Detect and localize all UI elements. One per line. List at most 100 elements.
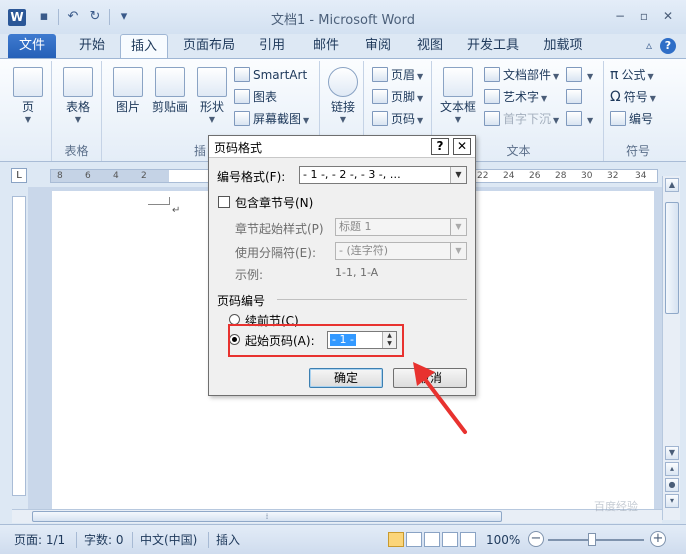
zoom-level[interactable]: 100% bbox=[486, 531, 520, 549]
status-separator bbox=[76, 532, 77, 548]
number-format-value: - 1 -, - 2 -, - 3 -, … bbox=[303, 168, 401, 181]
tab-page-layout[interactable]: 页面布局 bbox=[176, 34, 242, 58]
dialog-close-button[interactable]: ✕ bbox=[453, 138, 471, 155]
shapes-button[interactable]: 形状 ▼ bbox=[194, 63, 230, 125]
status-language[interactable]: 中文(中国) bbox=[140, 531, 197, 549]
draft-view-icon[interactable] bbox=[460, 532, 476, 547]
horizontal-scrollbar[interactable]: ⁞ bbox=[12, 509, 662, 523]
print-layout-view-icon[interactable] bbox=[388, 532, 404, 547]
dropdown-arrow-icon: ▼ bbox=[417, 72, 424, 81]
dropdown-arrow-icon: ▼ bbox=[339, 115, 347, 124]
help-icon[interactable]: ? bbox=[660, 38, 676, 54]
clipart-button[interactable]: 剪贴画 bbox=[148, 63, 192, 115]
picture-button[interactable]: 图片 bbox=[108, 63, 148, 115]
omega-icon: Ω bbox=[610, 89, 621, 105]
zoom-in-icon[interactable]: + bbox=[650, 531, 666, 547]
window-controls: − ▫ ✕ bbox=[610, 8, 678, 24]
equation-button[interactable]: π 公式 ▼ bbox=[610, 65, 654, 85]
screenshot-button[interactable]: 屏幕截图 ▼ bbox=[234, 109, 309, 129]
minimize-ribbon-icon[interactable]: ▵ bbox=[646, 38, 652, 54]
tab-file[interactable]: 文件 bbox=[8, 34, 56, 58]
table-button[interactable]: 表格 ▼ bbox=[56, 63, 100, 125]
signature-line-button[interactable]: ▼ bbox=[566, 65, 593, 85]
symbol-button[interactable]: Ω 符号 ▼ bbox=[610, 87, 656, 107]
close-button[interactable]: ✕ bbox=[658, 8, 678, 24]
dropdown-arrow-icon: ▼ bbox=[417, 94, 424, 103]
datetime-icon bbox=[566, 89, 582, 104]
object-button[interactable]: ▼ bbox=[566, 109, 593, 129]
number-format-select[interactable]: - 1 -, - 2 -, - 3 -, … ▼ bbox=[299, 166, 467, 184]
status-page[interactable]: 页面: 1/1 bbox=[14, 531, 65, 549]
restore-button[interactable]: ▫ bbox=[634, 8, 654, 24]
tab-selector[interactable]: L bbox=[11, 168, 27, 183]
zoom-slider-thumb[interactable] bbox=[588, 533, 596, 546]
datetime-button[interactable] bbox=[566, 87, 585, 107]
dialog-help-button[interactable]: ? bbox=[431, 138, 449, 155]
footer-label: 页脚 bbox=[391, 90, 416, 104]
crop-mark bbox=[148, 197, 170, 205]
scroll-down-icon[interactable]: ▼ bbox=[665, 446, 679, 460]
dialog-title-bar[interactable]: 页码格式 ? ✕ bbox=[209, 136, 475, 158]
dropcap-button[interactable]: 首字下沉 ▼ bbox=[484, 109, 559, 129]
status-insert-mode[interactable]: 插入 bbox=[216, 531, 240, 549]
dropdown-arrow-icon[interactable]: ▼ bbox=[450, 167, 466, 183]
smartart-button[interactable]: SmartArt bbox=[234, 65, 307, 85]
include-chapter-label[interactable]: 包含章节号(N) bbox=[235, 194, 313, 211]
dropdown-arrow-icon: ▼ bbox=[587, 72, 594, 81]
next-page-icon[interactable]: ▾ bbox=[665, 494, 679, 508]
separator-select[interactable]: - (连字符) ▼ bbox=[335, 242, 467, 260]
zoom-out-icon[interactable]: − bbox=[528, 531, 544, 547]
tab-home[interactable]: 开始 bbox=[66, 34, 118, 58]
clipart-icon bbox=[155, 67, 185, 97]
page-number-icon bbox=[372, 111, 388, 126]
tab-references[interactable]: 引用 bbox=[250, 34, 294, 58]
horizontal-scroll-thumb[interactable]: ⁞ bbox=[32, 511, 502, 522]
status-words[interactable]: 字数: 0 bbox=[84, 531, 124, 549]
chapter-style-select[interactable]: 标题 1 ▼ bbox=[335, 218, 467, 236]
outline-view-icon[interactable] bbox=[442, 532, 458, 547]
page-icon bbox=[13, 67, 43, 97]
ok-button[interactable]: 确定 bbox=[309, 368, 383, 388]
tab-addins[interactable]: 加载项 bbox=[536, 34, 590, 58]
tab-mailings[interactable]: 邮件 bbox=[304, 34, 348, 58]
header-button[interactable]: 页眉 ▼ bbox=[372, 65, 423, 85]
vertical-ruler[interactable] bbox=[12, 196, 26, 496]
zoom-slider[interactable] bbox=[548, 539, 644, 541]
pages-button[interactable]: 页 ▼ bbox=[8, 63, 48, 125]
example-value: 1-1, 1-A bbox=[335, 266, 379, 279]
footer-button[interactable]: 页脚 ▼ bbox=[372, 87, 423, 107]
object-icon bbox=[566, 111, 582, 126]
vertical-scrollbar[interactable]: ▲ ▼ ▴ ● ▾ bbox=[662, 176, 680, 520]
tab-right-controls: ▵ ? bbox=[646, 38, 676, 54]
ruler-tick: 34 bbox=[635, 171, 647, 181]
web-layout-view-icon[interactable] bbox=[424, 532, 440, 547]
scroll-up-icon[interactable]: ▲ bbox=[665, 178, 679, 192]
dropdown-arrow-icon: ▼ bbox=[454, 115, 462, 124]
prev-page-icon[interactable]: ▴ bbox=[665, 462, 679, 476]
dropdown-arrow-icon[interactable]: ▼ bbox=[450, 243, 466, 259]
numbering-button[interactable]: 编号 bbox=[610, 109, 653, 129]
tab-review[interactable]: 审阅 bbox=[356, 34, 400, 58]
symbol-label: 符号 bbox=[623, 90, 648, 104]
vertical-scroll-thumb[interactable] bbox=[665, 202, 679, 314]
include-chapter-checkbox[interactable] bbox=[218, 196, 230, 208]
minimize-button[interactable]: − bbox=[610, 8, 630, 24]
ruler-tick: 28 bbox=[555, 171, 567, 181]
tab-view[interactable]: 视图 bbox=[408, 34, 452, 58]
browse-object-icon[interactable]: ● bbox=[665, 478, 679, 492]
wordart-button[interactable]: 艺术字 ▼ bbox=[484, 87, 547, 107]
links-button[interactable]: 链接 ▼ bbox=[324, 63, 362, 125]
tab-developer[interactable]: 开发工具 bbox=[460, 34, 526, 58]
chapter-style-value: 标题 1 bbox=[339, 220, 372, 233]
page-number-button[interactable]: 页码 ▼ bbox=[372, 109, 423, 129]
dropdown-arrow-icon: ▼ bbox=[24, 115, 32, 124]
wordart-icon bbox=[484, 89, 500, 104]
full-screen-view-icon[interactable] bbox=[406, 532, 422, 547]
chart-button[interactable]: 图表 bbox=[234, 87, 277, 107]
dropdown-arrow-icon[interactable]: ▼ bbox=[450, 219, 466, 235]
textbox-button[interactable]: 文本框 ▼ bbox=[436, 63, 480, 125]
ruler-tick: 26 bbox=[529, 171, 541, 181]
tab-insert[interactable]: 插入 bbox=[120, 34, 168, 58]
pages-label: 页 bbox=[21, 100, 34, 114]
quickparts-button[interactable]: 文档部件 ▼ bbox=[484, 65, 559, 85]
